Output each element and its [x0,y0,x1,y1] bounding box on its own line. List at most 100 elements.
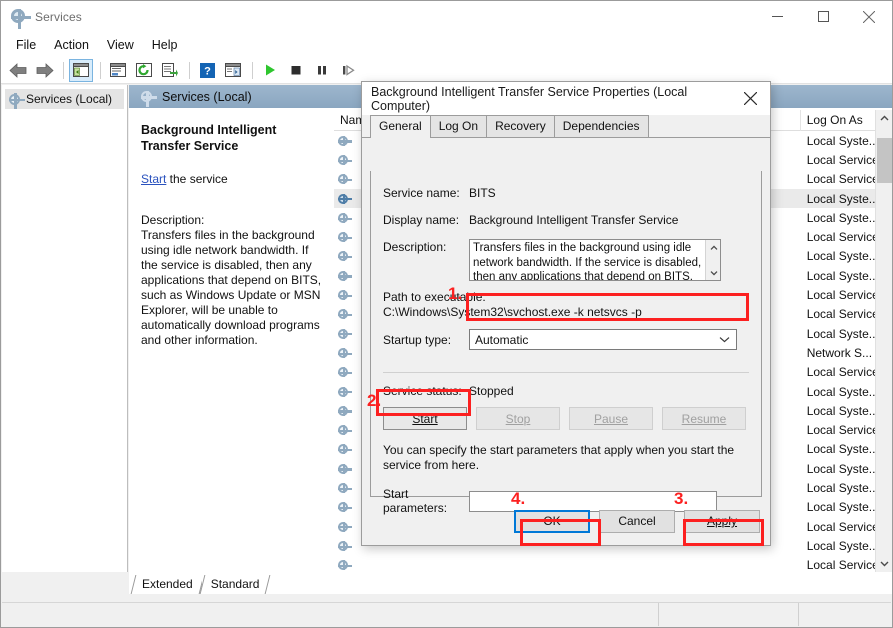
tab-recovery[interactable]: Recovery [486,115,555,137]
section-divider [383,372,749,373]
service-gear-icon [338,213,348,223]
service-gear-icon [338,309,348,319]
tree-item-services-local[interactable]: Services (Local) [5,89,124,109]
window-controls [754,1,892,32]
detail-description-text: Transfers files in the background using … [141,228,324,348]
maximize-icon[interactable] [800,1,846,32]
table-row[interactable]: Local Service [334,556,892,572]
service-gear-icon [338,348,348,358]
export-list-icon[interactable] [158,59,182,82]
startup-type-value: Automatic [475,333,528,347]
close-icon[interactable] [846,1,892,32]
menu-view[interactable]: View [98,34,143,56]
tab-log-on[interactable]: Log On [430,115,487,137]
service-gear-icon [338,560,348,570]
window-title: Services [35,10,82,24]
service-gear-icon [338,174,348,184]
display-name-row: Display name: Background Intelligent Tra… [383,212,749,228]
path-to-executable-label: Path to executable: [383,290,749,304]
chevron-up-icon[interactable] [876,110,892,127]
minimize-icon[interactable] [754,1,800,32]
dialog-body: General Log On Recovery Dependencies Ser… [362,115,770,545]
path-to-executable-value: C:\Windows\System32\svchost.exe -k netsv… [383,305,749,319]
display-name-label: Display name: [383,212,469,228]
menu-help[interactable]: Help [143,34,187,56]
view-tabs: Extended Standard [129,572,892,594]
chevron-down-icon[interactable] [876,555,892,572]
description-scrollbar[interactable] [705,240,720,280]
description-textarea[interactable]: Transfers files in the background using … [469,239,721,281]
services-gear-icon [9,94,20,105]
dialog-title-bar: Background Intelligent Transfer Service … [362,82,770,115]
tab-general[interactable]: General [370,115,431,138]
forward-icon[interactable] [32,59,56,82]
resume-button: Resume [662,407,746,430]
start-button[interactable]: Start [383,407,467,430]
chevron-up-icon[interactable] [706,240,721,255]
start-parameters-hint: You can specify the start parameters tha… [383,443,749,473]
startup-type-combobox[interactable]: Automatic [469,329,737,350]
menu-file[interactable]: File [7,34,45,56]
tab-dependencies[interactable]: Dependencies [554,115,649,137]
services-window: Services File Action View Help [0,0,893,628]
service-name-row: Service name: BITS [383,185,749,201]
toolbar-separator [189,62,190,79]
show-hide-action-pane-icon[interactable] [221,59,245,82]
toolbar-separator [252,62,253,79]
description-row: Description: Transfers files in the back… [383,239,749,281]
service-gear-icon [338,406,348,416]
service-gear-icon [338,194,348,204]
annotation-number-3: 3. [674,489,688,509]
general-tab-panel: Service name: BITS Display name: Backgro… [370,171,762,497]
status-pane-secondary [659,603,799,626]
start-service-link[interactable]: Start [141,172,166,186]
cell-name [334,560,505,570]
close-icon[interactable] [730,82,770,115]
dialog-footer: OK Cancel Apply [362,497,770,545]
restart-service-icon[interactable] [336,59,360,82]
back-icon[interactable] [6,59,30,82]
description-label: Description: [383,239,469,281]
pane-header-title: Services (Local) [162,90,252,104]
startup-type-label: Startup type: [383,333,469,347]
status-pane-message [2,603,659,626]
scrollbar-thumb[interactable] [877,138,892,183]
stop-button: Stop [476,407,560,430]
list-vertical-scrollbar[interactable] [875,110,892,572]
chevron-down-icon[interactable] [706,265,721,280]
tab-extended[interactable]: Extended [133,575,202,594]
annotation-number-4: 4. [511,489,525,509]
tab-standard[interactable]: Standard [202,575,269,594]
pause-button: Pause [569,407,653,430]
title-bar: Services [1,1,892,32]
show-hide-tree-icon[interactable] [69,59,93,82]
services-gear-icon [11,9,27,25]
menu-action[interactable]: Action [45,34,98,56]
startup-type-row: Startup type: Automatic [383,329,749,350]
chevron-down-icon[interactable] [719,330,730,349]
start-service-icon[interactable] [258,59,282,82]
description-text: Transfers files in the background using … [473,241,705,281]
console-tree-pane: Services (Local) [2,85,128,572]
toolbar: ? [1,57,892,84]
service-gear-icon [338,232,348,242]
apply-button[interactable]: Apply [684,510,760,533]
ok-button[interactable]: OK [514,510,590,533]
service-detail-panel: Background Intelligent Transfer Service … [129,110,334,572]
service-gear-icon [338,329,348,339]
service-gear-icon [338,271,348,281]
svg-text:?: ? [204,65,211,77]
service-gear-icon [338,251,348,261]
display-name-value: Background Intelligent Transfer Service [469,212,678,228]
service-status-label: Service status: [383,383,469,399]
service-gear-icon [338,541,348,551]
refresh-icon[interactable] [132,59,156,82]
service-gear-icon [338,425,348,435]
cancel-button[interactable]: Cancel [599,510,675,533]
properties-icon[interactable] [106,59,130,82]
stop-service-icon[interactable] [284,59,308,82]
help-icon[interactable]: ? [195,59,219,82]
annotation-number-2: 2. [367,391,381,411]
service-control-buttons: Start Stop Pause Resume [383,407,749,430]
pause-service-icon[interactable] [310,59,334,82]
